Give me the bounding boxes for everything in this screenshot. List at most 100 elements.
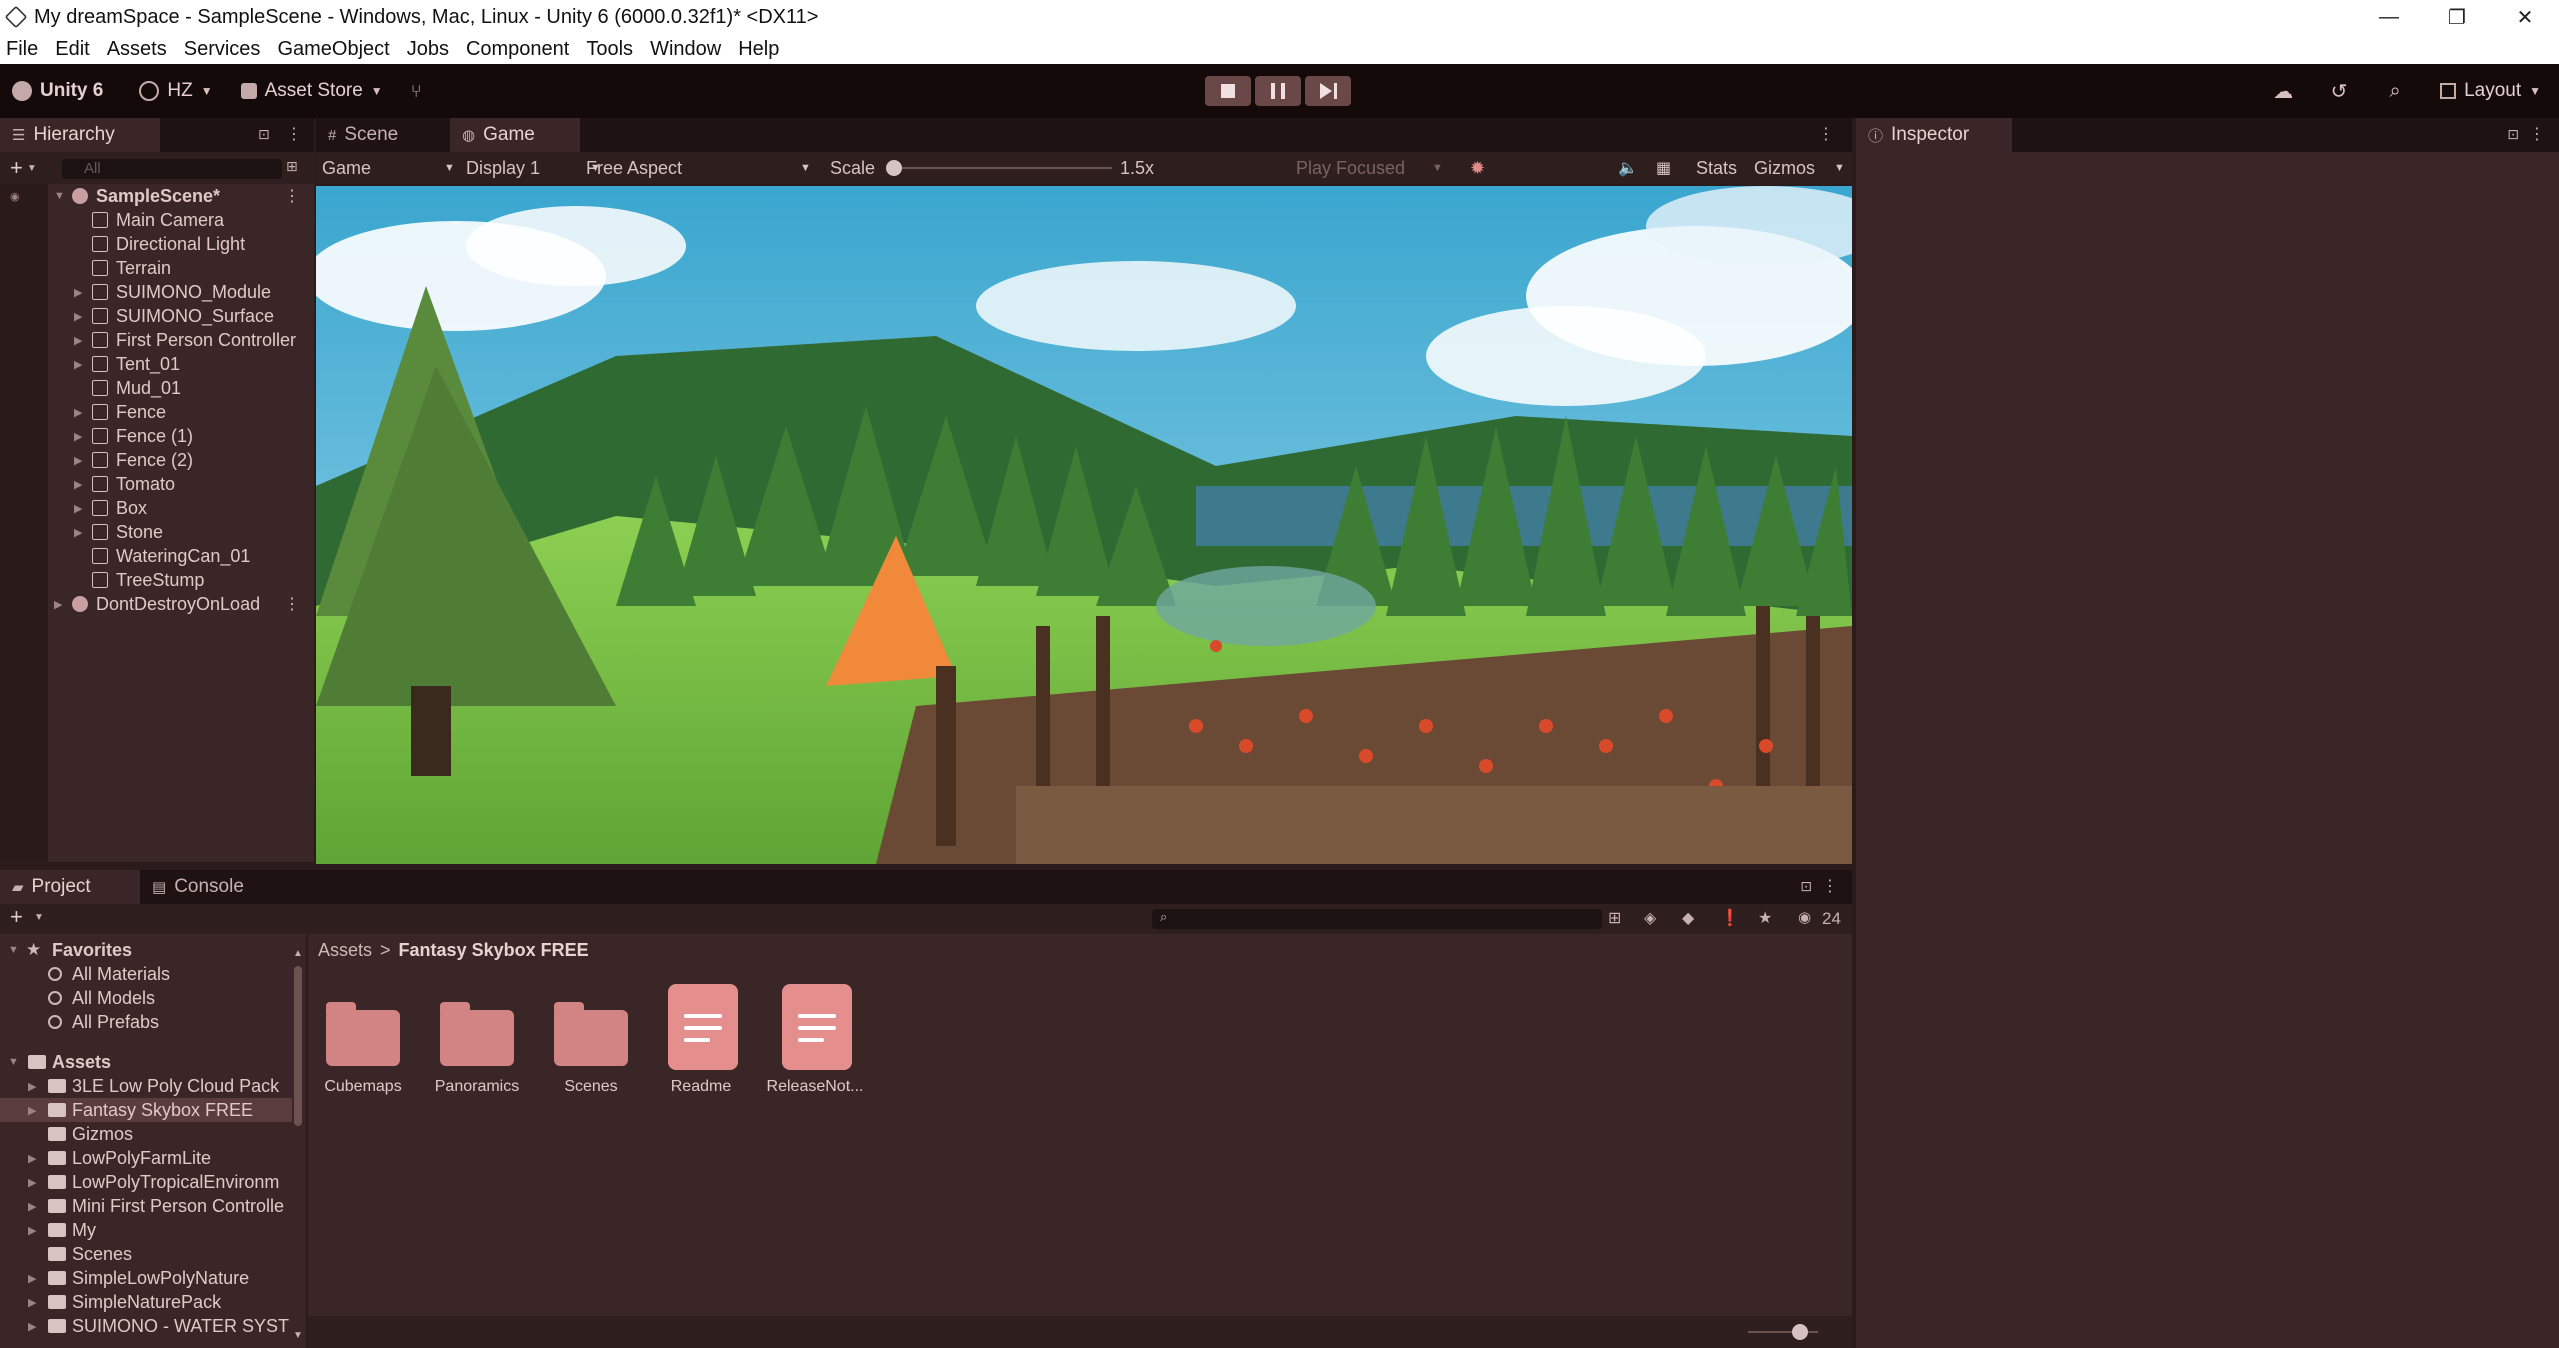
add-object-button[interactable]: + [10,155,23,181]
expand-arrow-icon[interactable]: ▶ [74,406,82,419]
menu-tools[interactable]: Tools [586,38,633,61]
asset-folder-item[interactable]: ▶ LowPolyTropicalEnvironm [0,1170,292,1194]
gizmos-button[interactable]: Gizmos [1754,158,1815,179]
tab-game[interactable]: ◍ Game [450,118,580,152]
version-control-button[interactable]: ⑂ [411,81,422,102]
asset-tile-folder[interactable]: Scenes [536,984,646,1114]
menu-component[interactable]: Component [466,38,569,61]
hierarchy-item[interactable]: TreeStump [0,568,314,592]
tab-console[interactable]: ▤ Console [140,870,280,904]
hierarchy-item[interactable]: Terrain [0,256,314,280]
icon-size-slider-handle[interactable] [1792,1324,1808,1340]
search-icon[interactable]: ⌕ [2384,80,2406,102]
expand-arrow-icon[interactable]: ▶ [28,1152,36,1165]
expand-arrow-icon[interactable]: ▶ [28,1224,36,1237]
hierarchy-item[interactable]: ▶ Fence (1) [0,424,314,448]
favorite-item[interactable]: All Prefabs [0,1010,292,1034]
play-focused-dropdown[interactable]: Play Focused ▼ [1296,152,1446,184]
asset-folder-item[interactable]: ▶ LowPolyFarmLite [0,1146,292,1170]
more-options-icon[interactable]: ⋮ [284,186,300,206]
assets-header[interactable]: ▼ Assets [0,1050,292,1074]
expand-arrow-icon[interactable]: ▶ [28,1320,36,1333]
asset-folder-item[interactable]: ▶ SimpleLowPolyNature [0,1266,292,1290]
favorite-item[interactable]: All Materials [0,962,292,986]
account-dropdown[interactable]: HZ ▼ [139,80,213,102]
expand-arrow-icon[interactable]: ▶ [74,310,82,323]
more-options-icon[interactable]: ⋮ [1822,876,1838,896]
hierarchy-item[interactable]: ▶ Stone [0,520,314,544]
stop-button[interactable] [1205,76,1251,106]
hierarchy-item[interactable]: ▶ Box [0,496,314,520]
asset-folder-item[interactable]: ▶ 3LE Low Poly Cloud Pack [0,1074,292,1098]
menu-file[interactable]: File [6,38,38,61]
expand-arrow-icon[interactable]: ▶ [28,1104,36,1117]
menu-help[interactable]: Help [738,38,779,61]
hierarchy-item[interactable]: ▶ Fence [0,400,314,424]
expand-arrow-icon[interactable]: ▶ [54,598,62,611]
minimize-button[interactable]: — [2355,0,2423,34]
hierarchy-item[interactable]: ▶ SUIMONO_Surface [0,304,314,328]
hierarchy-item[interactable]: ▶ Tomato [0,472,314,496]
display-dropdown[interactable]: Display 1 ▼ [466,152,601,184]
more-options-icon[interactable]: ⋮ [1818,124,1834,144]
asset-tile-folder[interactable]: Cubemaps [308,984,418,1114]
game-mode-dropdown[interactable]: Game ▼ [322,152,458,184]
expand-arrow-icon[interactable]: ▶ [28,1080,36,1093]
expand-arrow-icon[interactable]: ▶ [74,454,82,467]
scrollbar-thumb[interactable] [294,966,302,1126]
more-options-icon[interactable]: ⋮ [284,594,300,614]
aspect-dropdown[interactable]: Free Aspect ▼ [586,152,816,184]
breadcrumb-current[interactable]: Fantasy Skybox FREE [399,940,589,961]
expand-arrow-icon[interactable]: ▶ [74,430,82,443]
chevron-down-icon[interactable]: ▼ [1834,162,1845,174]
expand-arrow-icon[interactable]: ▶ [74,526,82,539]
label-icon[interactable]: ◆ [1682,908,1694,928]
expand-arrow-icon[interactable]: ▶ [74,358,82,371]
hierarchy-scene-row[interactable]: ◉ ▼ SampleScene* ⋮ [0,184,314,208]
asset-folder-item[interactable]: ▶ Mini First Person Controlle [0,1194,292,1218]
warning-filter-icon[interactable]: ❗ [1720,908,1740,928]
hierarchy-item[interactable]: ▶ SUIMONO_Module [0,280,314,304]
hidden-packages-icon[interactable]: ◉ [1798,908,1811,926]
tab-scene[interactable]: # Scene [316,118,450,152]
eye-icon[interactable]: ◉ [10,190,20,203]
asset-store-dropdown[interactable]: Asset Store ▼ [240,80,383,102]
expand-arrow-icon[interactable]: ▶ [74,286,82,299]
asset-folder-item[interactable]: ▶ My [0,1218,292,1242]
tab-project[interactable]: ▰ Project [0,870,140,904]
more-options-icon[interactable]: ⋮ [286,124,302,144]
folder-tree-scrollbar[interactable]: ▲ ▼ [292,948,304,1342]
create-asset-button[interactable]: + [10,904,23,930]
favorites-header[interactable]: ▼ ★ Favorites [0,938,292,962]
asset-tile-document[interactable]: Readme [646,984,756,1114]
expand-arrow-icon[interactable]: ▶ [28,1272,36,1285]
restore-button[interactable]: ❐ [2423,0,2491,34]
layout-dropdown[interactable]: Layout ▼ [2440,80,2541,102]
expand-arrow-icon[interactable]: ▶ [28,1296,36,1309]
menu-gameobject[interactable]: GameObject [277,38,389,61]
hierarchy-item[interactable]: ▶ Fence (2) [0,448,314,472]
asset-tile-folder[interactable]: Panoramics [422,984,532,1114]
menu-services[interactable]: Services [184,38,261,61]
expand-arrow-icon[interactable]: ▶ [74,502,82,515]
menu-window[interactable]: Window [650,38,721,61]
expand-arrow-icon[interactable]: ▼ [8,1056,19,1068]
lock-icon[interactable]: ⊡ [258,126,270,143]
tab-hierarchy[interactable]: ☰ Hierarchy [0,118,160,152]
pause-button[interactable] [1255,76,1301,106]
lock-icon[interactable]: ⊡ [1800,878,1812,895]
menu-edit[interactable]: Edit [55,38,89,61]
history-icon[interactable]: ↺ [2328,80,2350,103]
hierarchy-search-input[interactable]: All [62,159,282,179]
favorite-star-icon[interactable]: ★ [1758,908,1772,928]
close-button[interactable]: ✕ [2491,0,2559,34]
bug-icon[interactable]: ✹ [1470,158,1485,179]
asset-folder-item[interactable]: Scenes [0,1242,292,1266]
scroll-up-icon[interactable]: ▲ [293,948,303,959]
hierarchy-item[interactable]: WateringCan_01 [0,544,314,568]
grid-view-icon[interactable]: ▦ [1656,158,1671,178]
expand-arrow-icon[interactable]: ▶ [74,334,82,347]
hierarchy-item[interactable]: Main Camera [0,208,314,232]
game-view[interactable] [316,186,1852,864]
search-by-type-icon[interactable]: ⊞ [1608,908,1621,928]
